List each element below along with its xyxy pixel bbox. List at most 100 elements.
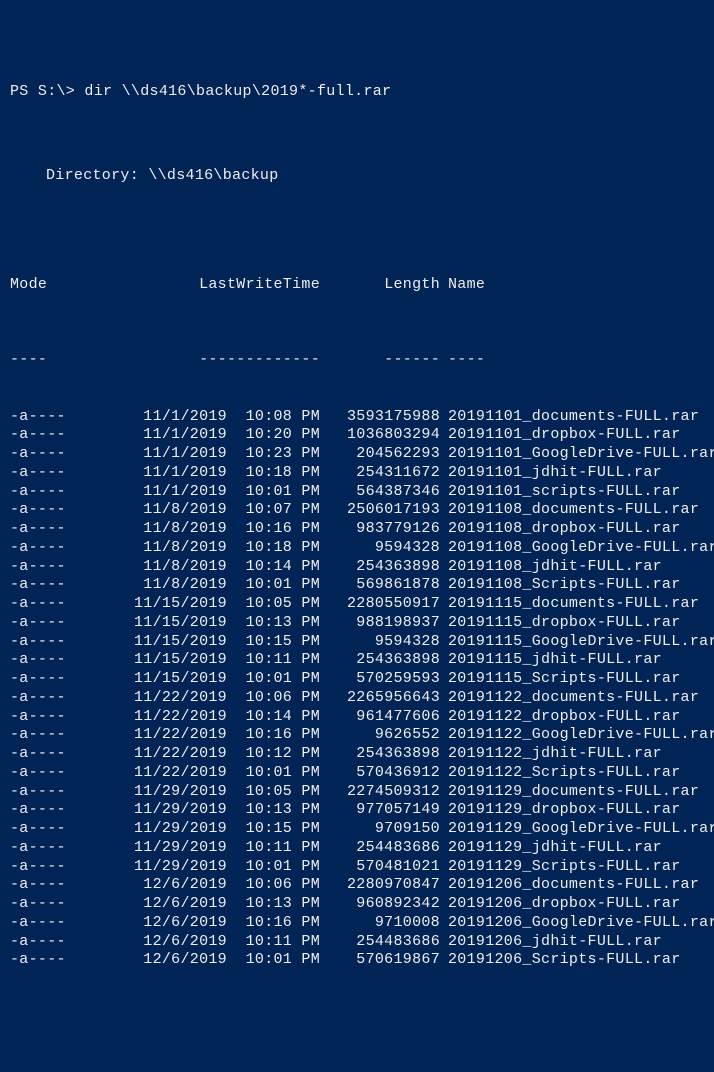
cell-name: 20191129_GoogleDrive-FULL.rar [440,820,714,839]
cell-mode: -a---- [10,483,100,502]
cell-mode: -a---- [10,426,100,445]
cell-name: 20191129_Scripts-FULL.rar [440,858,681,877]
cell-mode: -a---- [10,520,100,539]
cell-length: 2506017193 [320,501,440,520]
cell-length: 2280970847 [320,876,440,895]
cell-name: 20191122_dropbox-FULL.rar [440,708,681,727]
cell-name: 20191101_GoogleDrive-FULL.rar [440,445,714,464]
cell-mode: -a---- [10,914,100,933]
cell-lastwritetime: 11/29/2019 10:01 PM [100,858,320,877]
table-row: -a---- 11/8/2019 10:16 PM983779126201911… [10,520,704,539]
cell-lastwritetime: 11/8/2019 10:07 PM [100,501,320,520]
cell-length: 570259593 [320,670,440,689]
table-body: -a---- 11/1/2019 10:08 PM359317598820191… [10,408,704,971]
cell-mode: -a---- [10,708,100,727]
cell-mode: -a---- [10,858,100,877]
sep-lwt: ------------- [100,351,320,370]
cell-lastwritetime: 11/15/2019 10:15 PM [100,633,320,652]
table-row: -a---- 11/8/2019 10:01 PM569861878201911… [10,576,704,595]
table-row: -a---- 11/1/2019 10:08 PM359317598820191… [10,408,704,427]
cell-lastwritetime: 12/6/2019 10:06 PM [100,876,320,895]
cell-lastwritetime: 11/29/2019 10:15 PM [100,820,320,839]
cell-length: 570436912 [320,764,440,783]
cell-name: 20191101_documents-FULL.rar [440,408,699,427]
cell-mode: -a---- [10,651,100,670]
table-row: -a---- 12/6/2019 10:13 PM960892342201912… [10,895,704,914]
cell-length: 960892342 [320,895,440,914]
header-length: Length [320,276,440,295]
table-row: -a---- 11/1/2019 10:01 PM564387346201911… [10,483,704,502]
table-row: -a----11/22/2019 10:01 PM570436912201911… [10,764,704,783]
cell-lastwritetime: 11/1/2019 10:23 PM [100,445,320,464]
cell-mode: -a---- [10,801,100,820]
table-row: -a---- 11/1/2019 10:20 PM103680329420191… [10,426,704,445]
cell-lastwritetime: 11/22/2019 10:16 PM [100,726,320,745]
cell-length: 9594328 [320,539,440,558]
cell-lastwritetime: 11/8/2019 10:14 PM [100,558,320,577]
cell-length: 2265956643 [320,689,440,708]
cell-name: 20191115_documents-FULL.rar [440,595,699,614]
table-row: -a---- 12/6/2019 10:16 PM971000820191206… [10,914,704,933]
cell-lastwritetime: 11/8/2019 10:01 PM [100,576,320,595]
cell-name: 20191101_scripts-FULL.rar [440,483,681,502]
cell-lastwritetime: 11/29/2019 10:11 PM [100,839,320,858]
cell-name: 20191115_Scripts-FULL.rar [440,670,681,689]
table-row: -a----11/15/2019 10:05 PM228055091720191… [10,595,704,614]
cell-mode: -a---- [10,895,100,914]
cell-lastwritetime: 11/8/2019 10:18 PM [100,539,320,558]
cell-length: 977057149 [320,801,440,820]
cell-lastwritetime: 11/15/2019 10:01 PM [100,670,320,689]
cell-length: 254363898 [320,745,440,764]
cell-name: 20191108_GoogleDrive-FULL.rar [440,539,714,558]
cell-mode: -a---- [10,501,100,520]
table-row: -a----11/29/2019 10:15 PM970915020191129… [10,820,704,839]
cell-mode: -a---- [10,670,100,689]
cell-length: 254363898 [320,558,440,577]
cell-lastwritetime: 12/6/2019 10:16 PM [100,914,320,933]
cell-name: 20191108_documents-FULL.rar [440,501,699,520]
cell-length: 254311672 [320,464,440,483]
table-row: -a----11/15/2019 10:13 PM988198937201911… [10,614,704,633]
prompt-line[interactable]: PS S:\> dir \\ds416\backup\2019*-full.ra… [10,83,704,102]
table-row: -a---- 11/8/2019 10:18 PM959432820191108… [10,539,704,558]
sep-len: ------ [320,351,440,370]
cell-mode: -a---- [10,745,100,764]
cell-lastwritetime: 11/1/2019 10:18 PM [100,464,320,483]
cell-name: 20191129_documents-FULL.rar [440,783,699,802]
table-row: -a----11/22/2019 10:12 PM254363898201911… [10,745,704,764]
cell-length: 570481021 [320,858,440,877]
cell-mode: -a---- [10,951,100,970]
cell-mode: -a---- [10,689,100,708]
table-row: -a---- 12/6/2019 10:01 PM570619867201912… [10,951,704,970]
cell-mode: -a---- [10,633,100,652]
directory-label: Directory: \\ds416\backup [10,167,704,186]
cell-length: 570619867 [320,951,440,970]
table-row: -a----11/15/2019 10:15 PM959432820191115… [10,633,704,652]
cell-length: 564387346 [320,483,440,502]
table-row: -a----11/15/2019 10:01 PM570259593201911… [10,670,704,689]
cell-lastwritetime: 11/8/2019 10:16 PM [100,520,320,539]
cell-mode: -a---- [10,539,100,558]
cell-name: 20191206_GoogleDrive-FULL.rar [440,914,714,933]
cell-lastwritetime: 11/22/2019 10:14 PM [100,708,320,727]
cell-name: 20191122_Scripts-FULL.rar [440,764,681,783]
cell-mode: -a---- [10,820,100,839]
table-row: -a----11/29/2019 10:01 PM570481021201911… [10,858,704,877]
cell-lastwritetime: 11/15/2019 10:05 PM [100,595,320,614]
cell-lastwritetime: 11/29/2019 10:13 PM [100,801,320,820]
cell-lastwritetime: 11/15/2019 10:11 PM [100,651,320,670]
cell-mode: -a---- [10,764,100,783]
table-row: -a----11/22/2019 10:16 PM962655220191122… [10,726,704,745]
cell-mode: -a---- [10,726,100,745]
cell-name: 20191108_Scripts-FULL.rar [440,576,681,595]
cell-lastwritetime: 12/6/2019 10:13 PM [100,895,320,914]
table-row: -a---- 11/8/2019 10:14 PM254363898201911… [10,558,704,577]
cell-length: 2274509312 [320,783,440,802]
cell-length: 2280550917 [320,595,440,614]
cell-length: 9594328 [320,633,440,652]
cell-mode: -a---- [10,876,100,895]
sep-mode: ---- [10,351,100,370]
table-row: -a----11/29/2019 10:13 PM977057149201911… [10,801,704,820]
cell-length: 3593175988 [320,408,440,427]
cell-mode: -a---- [10,933,100,952]
